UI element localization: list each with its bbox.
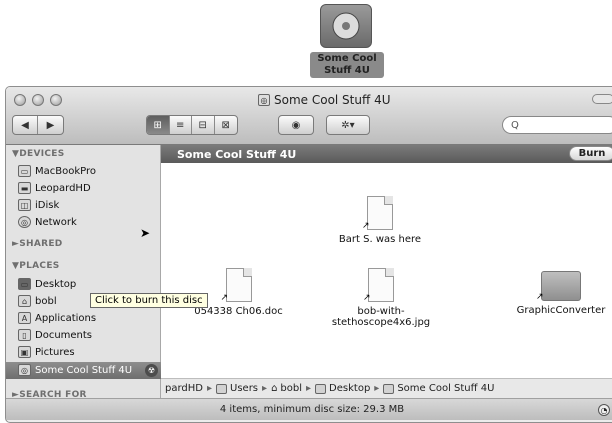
path-separator: ▸: [374, 383, 380, 394]
document-icon: ↗: [362, 196, 393, 231]
alias-arrow-icon: ↗: [362, 221, 370, 231]
sidebar-item-label: LeopardHD: [35, 182, 91, 194]
home-icon: ⌂: [271, 383, 278, 394]
sidebar-item-desktop[interactable]: ▭ Desktop: [18, 276, 76, 292]
path-item-bobl[interactable]: ⌂ bobl: [271, 383, 302, 394]
status-bar: 4 items, minimum disc size: 29.3 MB ◔: [6, 398, 612, 420]
folder-icon: ↗: [536, 271, 581, 302]
search-input[interactable]: Q: [502, 116, 612, 134]
sidebar-item-label: Documents: [35, 329, 93, 341]
file-name: Bart S. was here: [338, 234, 422, 245]
sidebar-item-bobl[interactable]: ⌂ bobl: [18, 293, 57, 309]
alias-arrow-icon: ↗: [220, 293, 229, 303]
path-item-desktop[interactable]: Desktop: [315, 383, 370, 394]
hard-drive-icon: ▬: [18, 182, 31, 194]
sidebar-item-macbookpro[interactable]: ▭ MacBookPro: [18, 163, 96, 179]
path-item-some-cool-stuff-4u[interactable]: Some Cool Stuff 4U: [383, 383, 494, 394]
path-separator: ▸: [262, 383, 268, 394]
applications-icon: A: [18, 312, 31, 324]
sidebar-item-idisk[interactable]: ◫ iDisk: [18, 197, 59, 213]
folder-icon: [315, 383, 327, 394]
finder-window: ◎ Some Cool Stuff 4U ◀ ▶ ⊞ ≡ ⊟ ⊠ ◉ ✲▾ Q …: [5, 86, 612, 423]
sidebar-item-documents[interactable]: ▯ Documents: [18, 327, 92, 343]
burn-folder-icon: ◎: [258, 94, 270, 106]
sidebar-item-network[interactable]: ◎ Network: [18, 214, 77, 230]
path-item-drive[interactable]: pardHD: [165, 383, 203, 394]
sidebar-item-applications[interactable]: A Applications: [18, 310, 96, 326]
documents-icon: ▯: [18, 329, 31, 341]
coverflow-view-button[interactable]: ⊠: [215, 116, 237, 134]
minimize-button[interactable]: [32, 94, 44, 106]
file-name: bob-with-stethoscope4x6.jpg: [331, 306, 431, 328]
header-title: Some Cool Stuff 4U: [177, 147, 297, 161]
search-icon: Q: [511, 119, 519, 131]
burn-folder-header: Some Cool Stuff 4U Burn: [161, 145, 612, 163]
desktop-icon: ▭: [18, 278, 31, 290]
action-menu-button[interactable]: ✲▾: [326, 115, 370, 135]
quicklook-button[interactable]: ◉: [278, 115, 314, 135]
sidebar-item-label: iDisk: [35, 199, 60, 211]
file-name: GraphicConverter: [516, 305, 606, 316]
sidebar-item-leopardhd[interactable]: ▬ LeopardHD: [18, 180, 91, 196]
path-item-users[interactable]: Users: [216, 383, 258, 394]
sidebar-section-shared[interactable]: ►SHARED: [12, 239, 63, 249]
icon-view-button[interactable]: ⊞: [147, 116, 170, 134]
alias-arrow-icon: ↗: [536, 292, 544, 302]
laptop-icon: ▭: [18, 165, 31, 177]
view-mode-control[interactable]: ⊞ ≡ ⊟ ⊠: [146, 115, 238, 135]
toolbar-toggle-button[interactable]: [592, 94, 612, 104]
titlebar[interactable]: ◎ Some Cool Stuff 4U ◀ ▶ ⊞ ≡ ⊟ ⊠ ◉ ✲▾ Q: [6, 87, 612, 145]
home-icon: ⌂: [18, 295, 31, 307]
pictures-icon: ▣: [18, 346, 31, 358]
sidebar-section-places[interactable]: ▼PLACES: [12, 261, 60, 271]
disc-icon: [332, 12, 360, 40]
window-title: ◎ Some Cool Stuff 4U: [258, 93, 390, 107]
file-item[interactable]: ↗ Bart S. was here: [325, 196, 435, 245]
path-bar: pardHD ▸ Users ▸ ⌂ bobl ▸ Desktop ▸ Some …: [161, 378, 612, 398]
forward-button[interactable]: ▶: [38, 116, 63, 134]
path-separator: ▸: [306, 383, 312, 394]
sidebar-item-label: bobl: [35, 295, 57, 307]
path-separator: ▸: [206, 383, 213, 394]
sidebar-item-some-cool-stuff-4u[interactable]: ◎ Some Cool Stuff 4U ☢: [6, 362, 161, 379]
sidebar-item-label: MacBookPro: [35, 165, 97, 177]
desktop-volume-label[interactable]: Some Cool Stuff 4U: [310, 52, 384, 78]
sidebar-item-label: Pictures: [35, 346, 75, 358]
zoom-button[interactable]: [50, 94, 62, 106]
sidebar-item-selected: ◎ Some Cool Stuff 4U: [18, 362, 132, 378]
burn-button[interactable]: Burn: [569, 146, 612, 161]
close-button[interactable]: [14, 94, 26, 106]
burn-folder-desktop-icon[interactable]: [320, 4, 372, 48]
sidebar-item-label: Desktop: [35, 278, 77, 290]
burn-icon[interactable]: ☢: [145, 364, 158, 377]
idisk-icon: ◫: [18, 199, 31, 211]
sidebar: ▼DEVICES ▭ MacBookPro ▬ LeopardHD ◫ iDis…: [6, 145, 161, 408]
file-item[interactable]: ↗ GraphicConverter: [511, 271, 611, 316]
status-text: 4 items, minimum disc size: 29.3 MB: [219, 404, 405, 415]
mouse-pointer-icon: ➤: [140, 226, 151, 240]
sidebar-item-label: Some Cool Stuff 4U: [35, 364, 133, 376]
alias-arrow-icon: ↗: [363, 293, 371, 303]
sidebar-item-label: Network: [35, 216, 77, 228]
tooltip: Click to burn this disc: [90, 293, 208, 308]
back-button[interactable]: ◀: [13, 116, 39, 134]
folder-icon: [216, 383, 228, 394]
sidebar-section-devices[interactable]: ▼DEVICES: [12, 149, 65, 159]
list-view-button[interactable]: ≡: [170, 116, 192, 134]
burn-folder-icon: ◎: [18, 364, 31, 376]
burn-folder-icon: [383, 383, 395, 394]
file-item[interactable]: ↗ bob-with-stethoscope4x6.jpg: [321, 268, 441, 328]
back-forward-control[interactable]: ◀ ▶: [12, 115, 64, 135]
sidebar-item-label: Applications: [35, 312, 97, 324]
burn-progress-icon: ◔: [598, 404, 610, 416]
column-view-button[interactable]: ⊟: [192, 116, 215, 134]
sidebar-item-pictures[interactable]: ▣ Pictures: [18, 344, 75, 360]
window-title-text: Some Cool Stuff 4U: [274, 93, 391, 107]
document-icon: ↗: [221, 268, 252, 303]
network-icon: ◎: [18, 216, 31, 228]
jpeg-file-icon: ↗: [363, 268, 394, 303]
file-area: ↗ Bart S. was here ↗ 054338 Ch06.doc ↗ b…: [161, 163, 612, 378]
